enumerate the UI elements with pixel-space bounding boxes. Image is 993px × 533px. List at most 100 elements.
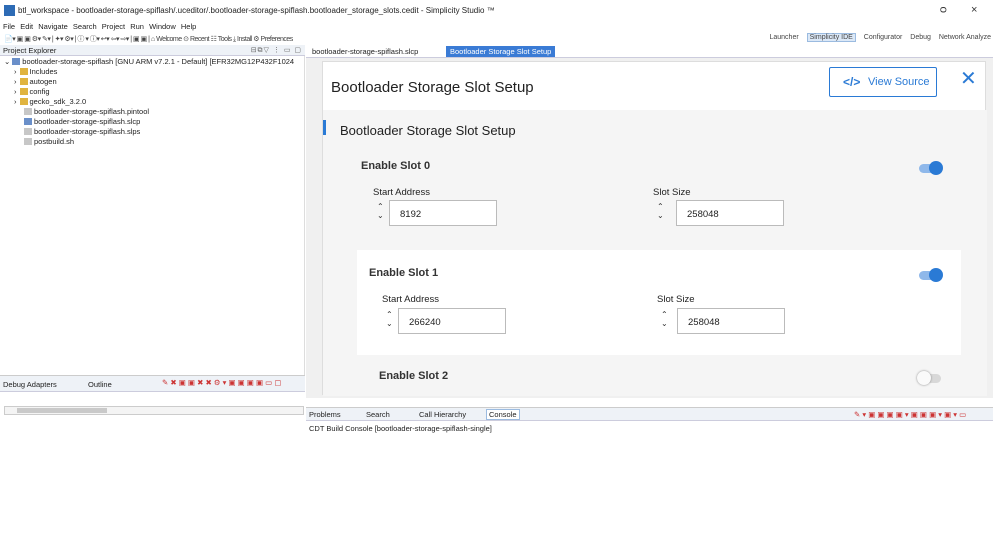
- tab-slcp[interactable]: bootloader-storage-spiflash.slcp: [308, 46, 422, 57]
- slot-setup-card: Bootloader Storage Slot Setup </> View S…: [322, 61, 987, 396]
- tree-item[interactable]: ⌄ bootloader-storage-spiflash [GNU ARM v7…: [4, 57, 294, 67]
- title-bar: btl_workspace - bootloader-storage-spifl…: [0, 0, 993, 22]
- chevron-right-icon[interactable]: ›: [14, 67, 17, 76]
- tree-item[interactable]: › config: [14, 87, 50, 97]
- install-button[interactable]: Install: [237, 36, 252, 43]
- view-source-button[interactable]: </> View Source: [829, 67, 937, 97]
- slot-0-toggle[interactable]: [919, 161, 943, 175]
- slot-1-start-address-stepper[interactable]: ⌃ ⌄: [386, 310, 393, 328]
- tree-item[interactable]: › gecko_sdk_3.2.0: [14, 97, 86, 107]
- tab-call-hierarchy[interactable]: Call Hierarchy: [419, 410, 466, 419]
- console-tab-bar: Problems Search Call Hierarchy Console ✎…: [306, 408, 993, 421]
- download-icon: ⤓: [232, 36, 236, 43]
- tree-item-label: Includes: [29, 67, 58, 76]
- tree-item[interactable]: bootloader-storage-spiflash.slps: [24, 127, 140, 137]
- code-icon: </>: [843, 75, 861, 89]
- toggle-knob: [917, 371, 931, 385]
- slot-0-start-address-stepper[interactable]: ⌃ ⌄: [377, 202, 384, 220]
- app-icon: [4, 5, 15, 16]
- minimize-button[interactable]: ᴑ: [940, 4, 947, 16]
- tree-item-label: bootloader-storage-spiflash.slps: [34, 127, 141, 136]
- folder-icon: [19, 98, 28, 105]
- tree-item[interactable]: bootloader-storage-spiflash.slcp: [24, 117, 140, 127]
- project-explorer-header: Project Explorer ⊟⧉▽ ⋮ ▭ ▢: [0, 45, 305, 56]
- preferences-button[interactable]: Preferences: [261, 36, 294, 43]
- debug-toolbar-icons[interactable]: ✎ ✖ ▣ ▣ ✖ ✖ ⚙ ▾ ▣ ▣ ▣ ▣ ▭ ▢: [162, 378, 281, 387]
- perspective-network-analyze[interactable]: Network Analyze: [939, 34, 991, 41]
- menu-bar: File Edit Navigate Search Project Run Wi…: [3, 22, 199, 33]
- perspective-configurator[interactable]: Configurator: [864, 34, 903, 41]
- slot-1-start-address-label: Start Address: [382, 294, 440, 305]
- close-window-button[interactable]: ×: [971, 4, 977, 16]
- tab-storage-slot-setup[interactable]: Bootloader Storage Slot Setup: [446, 46, 556, 57]
- slot-1-slot-size-input[interactable]: 258048: [677, 308, 785, 334]
- tab-problems[interactable]: Problems: [309, 410, 341, 419]
- slot-1-slot-size-stepper[interactable]: ⌃ ⌄: [661, 310, 668, 328]
- file-icon: [24, 108, 32, 115]
- welcome-button[interactable]: Welcome: [156, 36, 182, 43]
- chevron-down-icon[interactable]: ⌄: [4, 57, 10, 66]
- console-toolbar-icons[interactable]: ✎ ▾ ▣ ▣ ▣ ▣ ▾ ▣ ▣ ▣ ▾ ▣ ▾ ▭: [854, 410, 989, 419]
- tab-console[interactable]: Console: [486, 409, 520, 420]
- chevron-right-icon[interactable]: ›: [14, 97, 17, 106]
- slot-0-slot-size-stepper[interactable]: ⌃ ⌄: [657, 202, 664, 220]
- toolbar-icon-group[interactable]: 📄▾ ▣ ▣ ⚙▾ ✎▾ | ✦▾ ⚙▾ | ⓘ ▾ ⓘ▾ ↩▾ ⇦▾ ⇨▾ |…: [4, 36, 150, 43]
- project-icon: [12, 58, 21, 65]
- console-output: CDT Build Console [bootloader-storage-sp…: [309, 424, 492, 433]
- tools-button[interactable]: Tools: [218, 36, 232, 43]
- toolbar-icons[interactable]: 📄▾ ▣ ▣ ⚙▾ ✎▾ | ✦▾ ⚙▾ | ⓘ ▾ ⓘ▾ ↩▾ ⇦▾ ⇨▾ |…: [4, 34, 293, 44]
- chevron-right-icon[interactable]: ›: [14, 87, 17, 96]
- menu-navigate[interactable]: Navigate: [38, 22, 68, 31]
- chevron-right-icon[interactable]: ›: [14, 77, 17, 86]
- slot-0-slot-size-input[interactable]: 258048: [676, 200, 784, 226]
- tab-debug-adapters[interactable]: Debug Adapters: [3, 380, 57, 389]
- slot-0-label: Enable Slot 0: [361, 160, 431, 172]
- tree-item[interactable]: bootloader-storage-spiflash.pintool: [24, 107, 149, 117]
- recent-button[interactable]: Recent: [190, 36, 210, 43]
- tab-outline[interactable]: Outline: [88, 380, 112, 389]
- perspective-launcher[interactable]: Launcher: [769, 34, 798, 41]
- console-panel: Problems Search Call Hierarchy Console ✎…: [306, 407, 993, 533]
- tree-item-label: gecko_sdk_3.2.0: [29, 97, 87, 106]
- perspective-debug[interactable]: Debug: [910, 34, 931, 41]
- project-explorer-tab[interactable]: Project Explorer: [3, 46, 56, 55]
- folder-icon: [19, 78, 28, 85]
- perspective-simplicity-ide[interactable]: Simplicity IDE: [806, 33, 856, 42]
- tree-item[interactable]: › autogen: [14, 77, 57, 87]
- menu-edit[interactable]: Edit: [20, 22, 33, 31]
- slot-0-start-address-input[interactable]: 8192: [389, 200, 497, 226]
- close-icon[interactable]: ✕: [960, 69, 977, 89]
- toolbar: 📄▾ ▣ ▣ ⚙▾ ✎▾ | ✦▾ ⚙▾ | ⓘ ▾ ⓘ▾ ↩▾ ⇦▾ ⇨▾ |…: [0, 33, 993, 45]
- tree-item[interactable]: › Includes: [14, 67, 57, 77]
- slot-1-slot-size-label: Slot Size: [657, 294, 695, 305]
- perspective-bar: Launcher Simplicity IDE Configurator Deb…: [763, 33, 991, 42]
- menu-file[interactable]: File: [3, 22, 15, 31]
- toggle-knob: [929, 161, 943, 175]
- project-explorer-panel: Project Explorer ⊟⧉▽ ⋮ ▭ ▢ ⌄ bootloader-s…: [0, 45, 305, 415]
- slot-0-start-address-label: Start Address: [373, 187, 431, 198]
- slot-2-toggle[interactable]: [917, 371, 941, 385]
- tree-item-label: bootloader-storage-spiflash.pintool: [34, 107, 150, 116]
- slot-1-start-address-input[interactable]: 266240: [398, 308, 506, 334]
- slot-0-panel: Enable Slot 0 Start Address ⌃ ⌄ 8192 Slot…: [349, 150, 961, 250]
- slot-0-slot-size-label: Slot Size: [653, 187, 691, 198]
- editor-area: Bootloader Storage Slot Setup </> View S…: [306, 58, 993, 398]
- view-menu-icons[interactable]: ⊟⧉▽ ⋮ ▭ ▢: [251, 46, 302, 55]
- menu-search[interactable]: Search: [73, 22, 97, 31]
- menu-window[interactable]: Window: [149, 22, 176, 31]
- debug-panel-header: Debug Adapters Outline ✎ ✖ ▣ ▣ ✖ ✖ ⚙ ▾ ▣…: [0, 376, 305, 392]
- menu-help[interactable]: Help: [181, 22, 196, 31]
- menu-project[interactable]: Project: [102, 22, 125, 31]
- tree-item[interactable]: postbuild.sh: [24, 137, 74, 147]
- tab-search[interactable]: Search: [366, 410, 390, 419]
- page-title: Bootloader Storage Slot Setup: [331, 79, 534, 96]
- clock-icon: ⊙: [183, 36, 189, 43]
- project-icon: [24, 118, 32, 125]
- slot-1-panel: Enable Slot 1 Start Address ⌃ ⌄ 266240 Sl…: [357, 250, 961, 355]
- slot-1-toggle[interactable]: [919, 268, 943, 282]
- view-source-label: View Source: [868, 76, 930, 88]
- menu-run[interactable]: Run: [130, 22, 144, 31]
- slot-1-label: Enable Slot 1: [369, 267, 439, 279]
- home-icon: ⌂: [150, 36, 155, 43]
- section-title: Bootloader Storage Slot Setup: [340, 123, 516, 138]
